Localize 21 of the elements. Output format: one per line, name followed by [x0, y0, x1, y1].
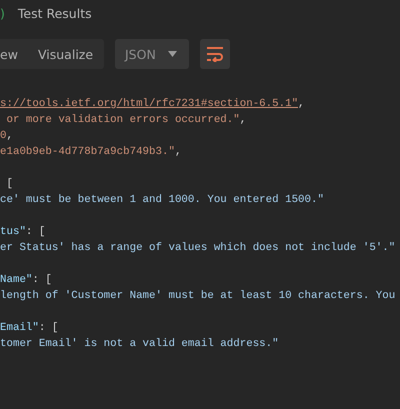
code-line: Name": [ [0, 273, 52, 288]
code-line: or more validation errors occurred.", [5, 113, 246, 128]
wrap-lines-button[interactable] [200, 39, 230, 69]
code-line: e1a0b9eb-4d778b7a9cb749b3.", [0, 145, 182, 160]
code-line: [ [5, 177, 13, 192]
format-dropdown[interactable]: JSON [115, 39, 189, 69]
code-line: ce' must be between 1 and 1000. You entered 1500." [0, 193, 324, 208]
wrap-icon [206, 46, 224, 62]
code-line: tomer Email' is not a valid email address." [0, 337, 279, 352]
code-line: er Status' has a range of values which does not include '5'." [0, 241, 396, 256]
code-line: Email": [ [0, 321, 58, 336]
response-tab[interactable]: Test Results [18, 6, 92, 20]
link[interactable]: s://tools.ietf.org/html/rfc7231#section-6.5.1" [0, 98, 298, 110]
code-line: 0, [0, 129, 13, 144]
view-mode-tab[interactable]: ew [0, 39, 38, 69]
view-mode-tab[interactable]: Visualize [38, 39, 94, 69]
response-tab[interactable]: ) [0, 6, 5, 20]
code-line: s://tools.ietf.org/html/rfc7231#section-6.5.1", [0, 97, 305, 112]
code-line: length of 'Customer Name' must be at least 10 characters. You [0, 289, 396, 304]
code-line: tus": [ [0, 225, 46, 240]
caret-icon [168, 51, 177, 57]
